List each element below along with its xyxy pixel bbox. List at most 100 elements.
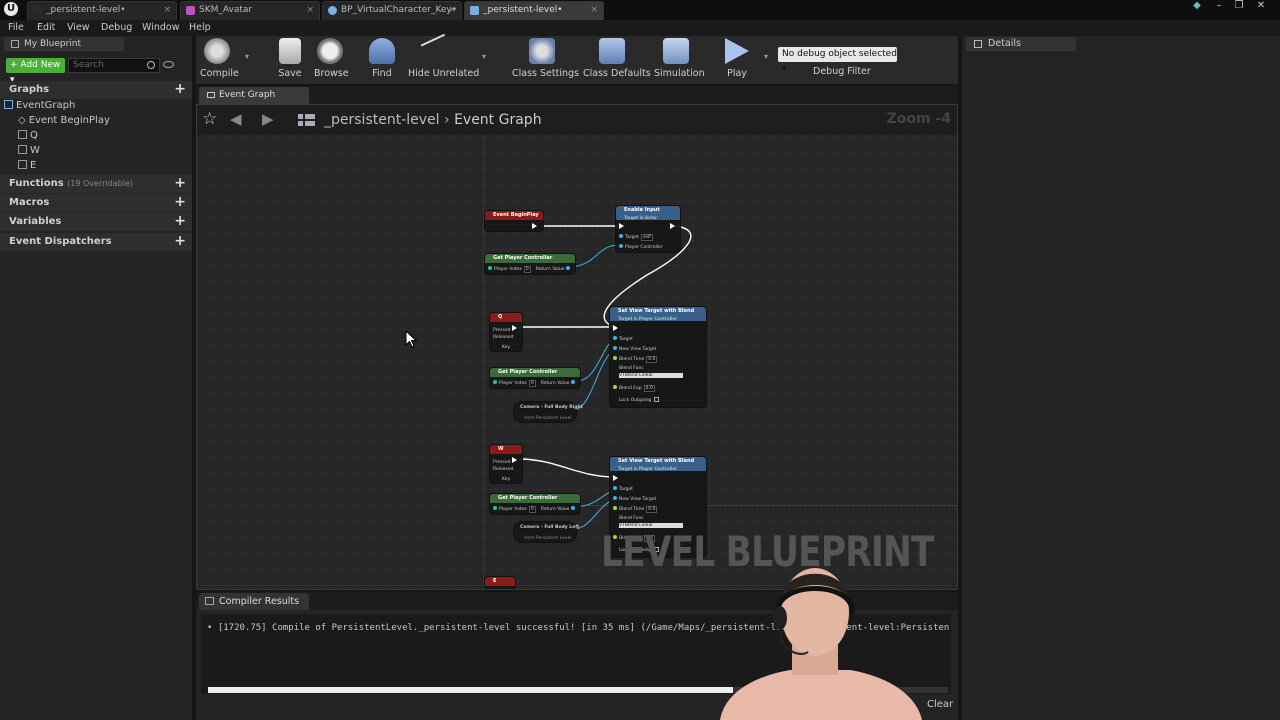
key-w-node[interactable]: W Pressed Released Key xyxy=(489,444,523,484)
key-q-node[interactable]: Q Pressed Released Key xyxy=(489,312,523,352)
menu-file[interactable]: File xyxy=(8,22,24,33)
tree-item-e[interactable]: E xyxy=(18,160,36,171)
player-index-pin[interactable]: Player Index 0 xyxy=(493,506,536,513)
released-pin[interactable]: Released xyxy=(493,335,513,340)
released-pin[interactable]: Released xyxy=(493,467,513,472)
key-pin[interactable]: Key xyxy=(502,477,510,482)
simulation-button[interactable]: Simulation xyxy=(654,38,705,79)
return-value-pin[interactable]: Return Value xyxy=(541,380,577,386)
key-e-node[interactable]: E xyxy=(484,576,516,589)
save-button[interactable]: Save xyxy=(276,38,304,79)
tree-item-q[interactable]: Q xyxy=(18,130,38,141)
pressed-pin[interactable]: Pressed xyxy=(493,457,519,465)
blend-func-pin[interactable]: Blend Func xyxy=(613,516,644,521)
close-icon[interactable]: × xyxy=(448,2,456,19)
exec-out-pin[interactable] xyxy=(670,223,677,231)
tree-item-eventgraph[interactable]: EventGraph xyxy=(4,100,75,111)
exec-out-pin[interactable] xyxy=(532,223,539,231)
close-icon[interactable]: × xyxy=(590,2,598,19)
find-button[interactable]: Find xyxy=(367,38,397,79)
return-value-pin[interactable]: Return Value xyxy=(541,506,577,512)
class-defaults-button[interactable]: Class Defaults xyxy=(583,38,651,79)
add-function-icon[interactable]: + xyxy=(174,175,186,191)
pin-value[interactable]: 0.0 xyxy=(646,506,658,513)
blend-func-dropdown[interactable]: VTBlend Linear xyxy=(619,373,683,378)
add-macro-icon[interactable]: + xyxy=(174,194,186,210)
search-input[interactable]: Search xyxy=(68,58,160,73)
close-window-icon[interactable]: ✕ xyxy=(1252,0,1270,14)
event-beginplay-node[interactable]: Event BeginPlay xyxy=(484,210,544,232)
add-variable-icon[interactable]: + xyxy=(174,213,186,229)
get-player-controller-node-3[interactable]: Get Player Controller Player Index 0 Retu… xyxy=(489,493,581,515)
get-player-controller-node[interactable]: Get Player Controller Player Index 0 Retu… xyxy=(484,253,576,275)
blend-time-pin[interactable]: Blend Time 0.0 xyxy=(613,506,658,513)
new-view-target-pin[interactable]: New View Target xyxy=(613,496,656,502)
add-graph-icon[interactable]: + xyxy=(174,81,186,97)
add-new-button[interactable]: + Add New ▾ xyxy=(6,58,65,85)
browse-button[interactable]: Browse xyxy=(314,38,349,79)
target-pin[interactable]: Target xyxy=(613,336,633,342)
exec-in-pin[interactable] xyxy=(613,475,620,483)
target-pin[interactable]: Target xyxy=(613,486,633,492)
tree-item-w[interactable]: W xyxy=(18,145,40,156)
return-value-pin[interactable]: Return Value xyxy=(536,266,572,272)
clear-button[interactable]: Clear xyxy=(927,699,953,710)
player-controller-pin[interactable]: Player Controller xyxy=(619,244,663,250)
close-icon[interactable]: × xyxy=(163,2,171,19)
minimize-icon[interactable]: – xyxy=(1210,0,1228,14)
tab-persistent-level-1[interactable]: _persistent-level• × xyxy=(27,1,177,20)
tree-item-event-beginplay[interactable]: ◇ Event BeginPlay xyxy=(18,115,110,126)
macros-section[interactable]: Macros + xyxy=(0,194,192,212)
event-graph-canvas[interactable]: ☆ ◀ ▶ _persistent-level › Event Graph Zo… xyxy=(196,104,958,590)
new-view-target-pin[interactable]: New View Target xyxy=(613,346,656,352)
pressed-pin[interactable]: Pressed xyxy=(493,325,519,333)
tab-details[interactable]: Details xyxy=(966,37,1076,51)
blend-func-pin[interactable]: Blend Func xyxy=(613,366,644,371)
menu-window[interactable]: Window xyxy=(142,22,179,33)
lock-outgoing-pin[interactable]: Lock Outgoing xyxy=(613,397,660,403)
player-index-pin[interactable]: Player Index 0 xyxy=(493,380,536,387)
tab-compiler-results[interactable]: Compiler Results xyxy=(199,593,309,610)
blend-exp-pin[interactable]: Blend Exp 0.0 xyxy=(613,385,655,392)
enable-input-node[interactable]: Enable Input Target is Actor Target self … xyxy=(615,205,681,253)
graphs-section[interactable]: Graphs + xyxy=(0,81,192,99)
hide-unrelated-chevron-icon[interactable]: ▾ xyxy=(482,52,486,61)
camera-left-reference-node[interactable]: Camera - Full Body Left from Persistent … xyxy=(513,521,579,543)
lock-outgoing-checkbox[interactable] xyxy=(654,397,660,402)
exec-in-pin[interactable] xyxy=(613,325,620,333)
restore-icon[interactable]: ❐ xyxy=(1230,0,1248,14)
target-pin[interactable]: Target self xyxy=(619,234,653,241)
scrollbar-thumb[interactable] xyxy=(208,687,734,693)
eye-icon[interactable] xyxy=(163,61,174,68)
tab-bp-virtualcharacter-key[interactable]: BP_VirtualCharacter_Key• × xyxy=(322,1,462,20)
compile-options-chevron-icon[interactable]: ▾ xyxy=(245,52,249,61)
compile-button[interactable]: Compile xyxy=(200,38,239,79)
menu-debug[interactable]: Debug xyxy=(101,22,132,33)
pin-value[interactable]: 0.0 xyxy=(646,356,658,363)
set-view-target-node-1[interactable]: Set View Target with Blend Target is Pla… xyxy=(609,306,707,408)
hide-unrelated-button[interactable]: Hide Unrelated xyxy=(408,33,479,79)
tab-event-graph[interactable]: Event Graph xyxy=(199,87,309,104)
tab-skm-avatar[interactable]: SKM_Avatar × xyxy=(180,1,320,20)
my-blueprint-tab[interactable]: My Blueprint xyxy=(4,37,124,51)
notification-icon[interactable]: ◆ xyxy=(1188,0,1206,14)
menu-help[interactable]: Help xyxy=(189,22,211,33)
play-button[interactable]: Play xyxy=(722,38,752,79)
debug-object-select[interactable]: No debug object selected ▾ xyxy=(778,47,897,74)
variables-section[interactable]: Variables + xyxy=(0,213,192,231)
menu-edit[interactable]: Edit xyxy=(37,22,55,33)
menu-view[interactable]: View xyxy=(67,22,90,33)
exec-in-pin[interactable] xyxy=(619,223,626,231)
functions-section[interactable]: Functions (19 Overridable) + xyxy=(0,175,192,193)
blend-time-pin[interactable]: Blend Time 0.0 xyxy=(613,356,658,363)
class-settings-button[interactable]: Class Settings xyxy=(512,38,579,79)
add-dispatcher-icon[interactable]: + xyxy=(174,233,186,249)
play-options-chevron-icon[interactable]: ▾ xyxy=(764,52,768,61)
get-player-controller-node-2[interactable]: Get Player Controller Player Index 0 Retu… xyxy=(489,367,581,389)
player-index-pin[interactable]: Player Index 0 xyxy=(488,266,531,273)
event-dispatchers-section[interactable]: Event Dispatchers + xyxy=(0,233,192,251)
tab-persistent-level-2[interactable]: _persistent-level• × xyxy=(464,1,604,20)
camera-right-reference-node[interactable]: Camera - Full Body Right from Persistent… xyxy=(513,401,583,423)
pin-value[interactable]: 0.0 xyxy=(643,385,655,392)
key-pin[interactable]: Key xyxy=(502,345,510,350)
